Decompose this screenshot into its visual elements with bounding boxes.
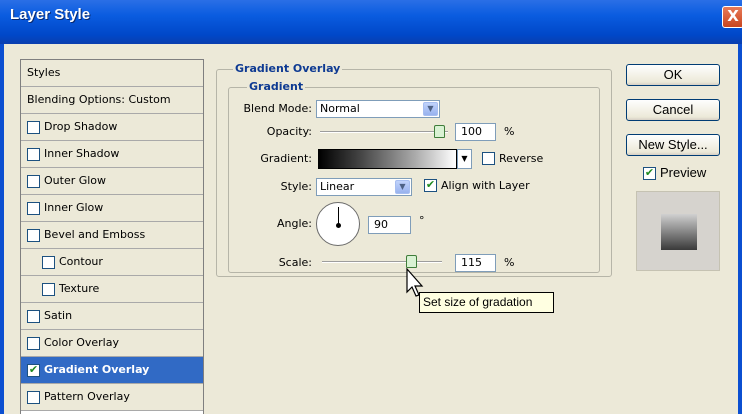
gradient-overlay-title: Gradient Overlay	[233, 62, 343, 75]
scale-label: Scale:	[278, 256, 312, 269]
gradient-swatch[interactable]	[318, 149, 457, 169]
style-item-label: Pattern Overlay	[44, 390, 130, 403]
angle-input[interactable]: 90	[368, 216, 411, 234]
style-item-drop-shadow[interactable]: Drop Shadow	[21, 114, 203, 141]
ok-button[interactable]: OK	[626, 64, 720, 86]
style-item-gradient-overlay[interactable]: ✔ Gradient Overlay	[21, 357, 203, 384]
check-icon: ✔	[425, 178, 436, 191]
texture-checkbox[interactable]	[42, 283, 55, 296]
style-item-label: Texture	[59, 282, 100, 295]
gradient-label: Gradient:	[260, 152, 312, 165]
style-item-label: Bevel and Emboss	[44, 228, 146, 241]
opacity-unit: %	[504, 125, 515, 138]
chevron-down-icon: ▼	[423, 102, 438, 116]
window-frame-right	[738, 44, 742, 414]
angle-dial[interactable]	[316, 202, 360, 246]
inner-shadow-checkbox[interactable]	[27, 148, 40, 161]
styles-list: Styles Blending Options: Custom Drop Sha…	[20, 59, 204, 414]
opacity-input[interactable]: 100	[455, 123, 496, 141]
blend-mode-select[interactable]: Normal ▼	[316, 100, 440, 118]
title-bar: Layer Style	[0, 0, 742, 44]
color-overlay-checkbox[interactable]	[27, 337, 40, 350]
style-item-color-overlay[interactable]: Color Overlay	[21, 330, 203, 357]
reverse-label: Reverse	[499, 152, 544, 165]
inner-glow-checkbox[interactable]	[27, 202, 40, 215]
style-label: Style:	[280, 180, 312, 193]
window-title: Layer Style	[10, 6, 91, 23]
close-button[interactable]: X	[722, 6, 742, 28]
blending-options-item[interactable]: Blending Options: Custom	[21, 87, 203, 114]
style-item-outer-glow[interactable]: Outer Glow	[21, 168, 203, 195]
cancel-button[interactable]: Cancel	[626, 99, 720, 121]
gradient-subgroup-title: Gradient	[247, 80, 306, 93]
style-item-satin[interactable]: Satin	[21, 303, 203, 330]
style-value: Linear	[320, 180, 355, 193]
style-item-label: Satin	[44, 309, 73, 322]
new-style-button[interactable]: New Style...	[626, 134, 720, 156]
pattern-overlay-checkbox[interactable]	[27, 391, 40, 404]
scale-unit: %	[504, 256, 515, 269]
check-icon: ✔	[28, 363, 39, 376]
bevel-emboss-checkbox[interactable]	[27, 229, 40, 242]
style-select[interactable]: Linear ▼	[316, 178, 412, 196]
check-icon: ✔	[644, 166, 655, 179]
angle-label: Angle:	[276, 217, 312, 230]
outer-glow-checkbox[interactable]	[27, 175, 40, 188]
preview-swatch	[661, 214, 697, 250]
style-item-label: Outer Glow	[44, 174, 107, 187]
scale-slider-track[interactable]	[322, 261, 442, 263]
style-item-bevel-emboss[interactable]: Bevel and Emboss	[21, 222, 203, 249]
preview-checkbox[interactable]: ✔	[643, 167, 656, 180]
blend-mode-value: Normal	[320, 102, 360, 115]
style-item-label: Inner Glow	[44, 201, 104, 214]
style-item-inner-shadow[interactable]: Inner Shadow	[21, 141, 203, 168]
style-item-contour[interactable]: Contour	[21, 249, 203, 276]
style-item-label: Gradient Overlay	[44, 363, 150, 376]
gradient-picker-arrow[interactable]: ▼	[457, 149, 472, 169]
style-item-label: Drop Shadow	[44, 120, 118, 133]
align-with-layer-label: Align with Layer	[441, 179, 530, 192]
style-item-label: Contour	[59, 255, 103, 268]
drop-shadow-checkbox[interactable]	[27, 121, 40, 134]
styles-header[interactable]: Styles	[21, 60, 203, 87]
window-frame-left	[0, 44, 4, 414]
angle-dial-center	[336, 223, 341, 228]
align-with-layer-checkbox[interactable]: ✔	[424, 179, 437, 192]
gradient-overlay-checkbox[interactable]: ✔	[27, 364, 40, 377]
angle-unit: °	[419, 214, 425, 227]
preview-label: Preview	[660, 165, 707, 180]
scale-slider-thumb[interactable]	[406, 255, 417, 268]
style-item-label: Inner Shadow	[44, 147, 120, 160]
style-item-texture[interactable]: Texture	[21, 276, 203, 303]
opacity-slider-track[interactable]	[320, 131, 448, 133]
contour-checkbox[interactable]	[42, 256, 55, 269]
reverse-checkbox[interactable]	[482, 152, 495, 165]
satin-checkbox[interactable]	[27, 310, 40, 323]
style-item-pattern-overlay[interactable]: Pattern Overlay	[21, 384, 203, 411]
chevron-down-icon: ▼	[461, 154, 468, 163]
chevron-down-icon: ▼	[395, 180, 410, 194]
blend-mode-label: Blend Mode:	[243, 102, 313, 115]
opacity-slider-thumb[interactable]	[434, 125, 445, 138]
style-item-inner-glow[interactable]: Inner Glow	[21, 195, 203, 222]
opacity-label: Opacity:	[266, 125, 312, 138]
tooltip: Set size of gradation	[419, 292, 554, 313]
preview-box	[636, 191, 720, 271]
scale-input[interactable]: 115	[455, 254, 496, 272]
style-item-label: Color Overlay	[44, 336, 119, 349]
